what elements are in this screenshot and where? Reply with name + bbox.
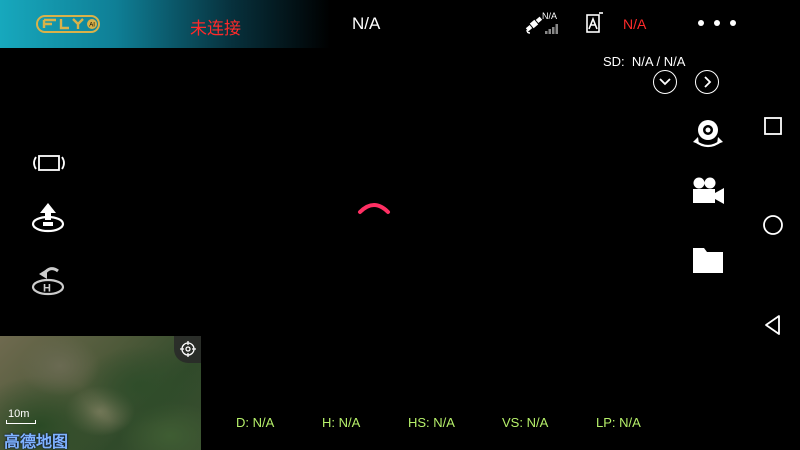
telemetry-label: LP: (596, 415, 616, 430)
map-scale-bar (6, 420, 36, 424)
camera-mode-icon[interactable] (690, 115, 726, 151)
chevron-down-icon (659, 78, 671, 86)
telemetry-distance: D: N/A (236, 415, 274, 430)
telemetry-label: VS: (502, 415, 523, 430)
telemetry-vertical-speed: VS: N/A (502, 415, 548, 430)
connection-status: 未连接 (190, 19, 241, 38)
telemetry-value: N/A (526, 415, 549, 430)
telemetry-value: N/A (252, 415, 275, 430)
more-options-icon[interactable] (697, 17, 737, 29)
telemetry-label: HS: (408, 415, 430, 430)
chevron-right-icon (704, 76, 712, 88)
video-record-icon[interactable] (690, 176, 726, 206)
return-home-icon[interactable]: H (30, 262, 66, 296)
telemetry-height: H: N/A (322, 415, 360, 430)
svg-text:AI: AI (89, 23, 95, 29)
telemetry-value: N/A (433, 415, 455, 430)
map-provider-logo: 高德地图 (4, 434, 69, 450)
telemetry-value: N/A (338, 415, 361, 430)
telemetry-label: D: (236, 415, 249, 430)
sd-value: N/A / N/A (631, 54, 686, 69)
crosshair-icon (180, 341, 196, 357)
telemetry-label: H: (322, 415, 335, 430)
fly-logo-icon: AI (36, 15, 100, 33)
recent-apps-icon[interactable] (760, 113, 786, 139)
mini-map[interactable]: 10m 高德地图 (0, 336, 201, 450)
telemetry-horizontal-speed: HS: N/A (408, 415, 455, 430)
back-nav-icon[interactable] (760, 312, 786, 338)
gallery-folder-icon[interactable] (690, 245, 726, 275)
telemetry-value: N/A (619, 415, 641, 430)
svg-text:H: H (43, 283, 51, 295)
sd-label: SD: (603, 54, 625, 69)
expand-down-button[interactable] (653, 70, 677, 94)
remote-controller-icon (586, 12, 603, 33)
next-button[interactable] (695, 70, 719, 94)
sd-card-status: SD: N/A / N/A (603, 54, 685, 69)
rc-signal-text: N/A (623, 16, 647, 32)
gimbal-reset-icon[interactable] (30, 153, 68, 173)
telemetry-lp: LP: N/A (596, 415, 641, 430)
map-locate-button[interactable] (174, 336, 201, 363)
takeoff-icon[interactable] (30, 201, 66, 233)
map-scale-label: 10m (8, 408, 30, 420)
loading-spinner-icon (358, 203, 390, 214)
home-nav-icon[interactable] (760, 212, 786, 238)
gps-status-text: N/A (542, 11, 558, 21)
flight-mode-status: N/A (352, 14, 381, 33)
signal-bars-icon (545, 24, 558, 34)
top-bar: AI 未连接 N/A N/A N/A (0, 0, 750, 48)
